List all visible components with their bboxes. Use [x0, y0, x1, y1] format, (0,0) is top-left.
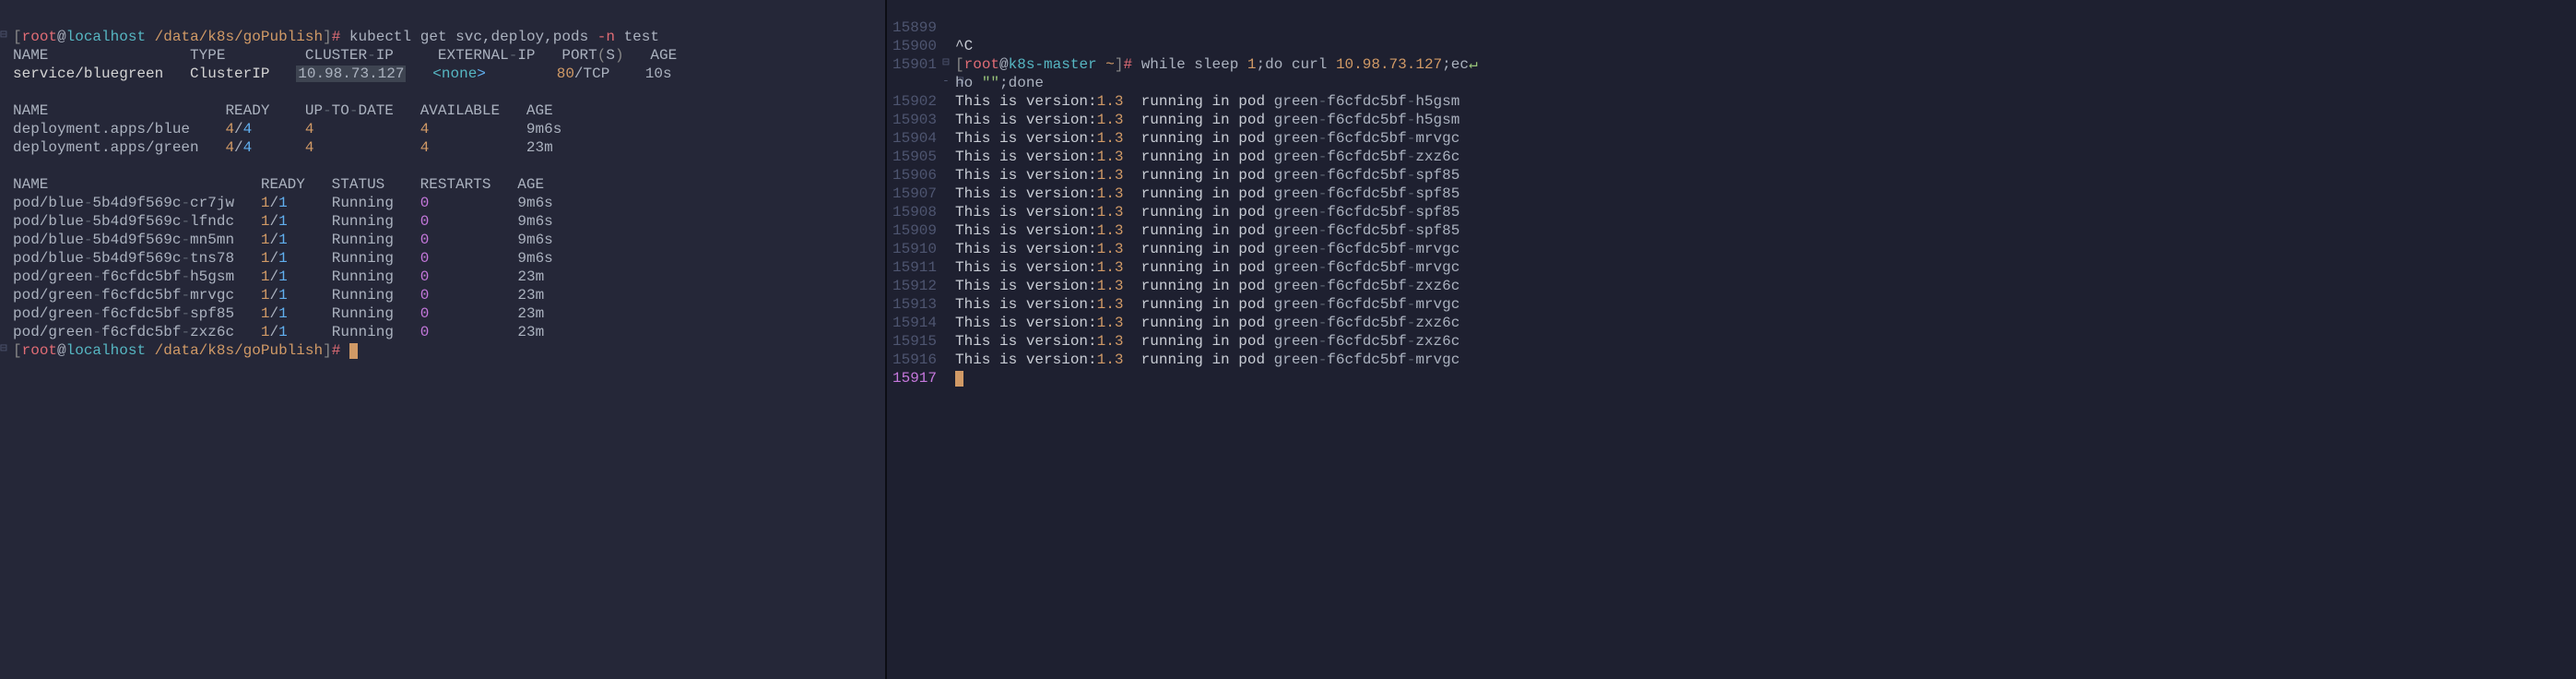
right-terminal-content: 15899 15900 ^C15901⊟[root@k8s-master ~]#… — [887, 18, 2576, 387]
right-terminal-pane[interactable]: 15899 15900 ^C15901⊟[root@k8s-master ~]#… — [887, 0, 2576, 679]
left-terminal-content: ⊟[root@localhost /data/k8s/goPublish]# k… — [0, 28, 885, 360]
left-terminal-pane[interactable]: ⊟[root@localhost /data/k8s/goPublish]# k… — [0, 0, 885, 679]
